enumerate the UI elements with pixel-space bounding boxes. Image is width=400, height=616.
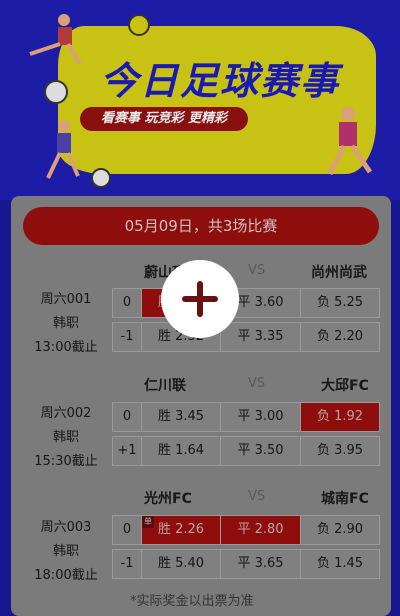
handicap-value: 0 — [112, 402, 142, 432]
player-illustration-icon — [46, 120, 80, 179]
odds-loss-button[interactable]: 负 1.45 — [300, 549, 380, 579]
add-button[interactable] — [161, 260, 239, 338]
odds-win-button[interactable]: 胜 3.45 — [141, 402, 221, 432]
league-name: 韩职 — [52, 316, 79, 331]
match-code: 周六001 — [40, 292, 92, 307]
match-info: 周六003 韩职 18:00截止 — [26, 516, 106, 588]
date-header: 05月09日，共3场比赛 — [23, 207, 379, 245]
odds-loss-button[interactable]: 负 3.95 — [300, 436, 380, 466]
away-team: 城南FC — [321, 491, 369, 507]
odds-draw-button[interactable]: 平 2.80 — [220, 515, 301, 545]
odds-draw-button[interactable]: 平 3.50 — [220, 436, 301, 466]
matches-card: 05月09日，共3场比赛 蔚山现代 VS 尚州尚武 周六001 韩职 13:00… — [11, 196, 391, 616]
vs-label: VS — [248, 376, 266, 391]
odds-loss-button[interactable]: 负 2.20 — [300, 322, 380, 352]
match-code: 周六003 — [40, 520, 92, 535]
vs-label: VS — [248, 489, 266, 504]
player-illustration-icon — [29, 14, 82, 66]
odds-loss-button[interactable]: 负 1.92 — [300, 402, 380, 432]
league-name: 韩职 — [52, 430, 79, 445]
match-info: 周六001 韩职 13:00截止 — [26, 288, 106, 360]
football-icon — [91, 168, 111, 188]
deadline: 18:00截止 — [34, 568, 98, 583]
handicap-value: 0 — [112, 288, 142, 318]
away-team: 尚州尚武 — [311, 265, 367, 281]
handicap-value: -1 — [112, 549, 142, 579]
odds-draw-button[interactable]: 平 3.00 — [220, 402, 301, 432]
deadline: 15:30截止 — [34, 454, 98, 469]
away-team: 大邱FC — [321, 378, 369, 394]
plus-icon-stroke — [197, 281, 203, 317]
handicap-value: +1 — [112, 436, 142, 466]
single-tag: 单 — [142, 516, 154, 528]
match-info: 周六002 韩职 15:30截止 — [26, 402, 106, 474]
home-team: 光州FC — [144, 491, 192, 507]
odds-draw-button[interactable]: 平 3.35 — [220, 322, 301, 352]
player-illustration-icon — [327, 107, 373, 176]
football-icon — [128, 14, 150, 36]
odds-win-button[interactable]: 单 胜 2.26 — [141, 515, 221, 545]
odds-loss-button[interactable]: 负 5.25 — [300, 288, 380, 318]
promo-banner: 今日足球赛事 看赛事 玩竞彩 更精彩 — [0, 0, 400, 200]
handicap-value: 0 — [112, 515, 142, 545]
odds-draw-button[interactable]: 平 3.65 — [220, 549, 301, 579]
banner-title: 今日足球赛事 — [99, 59, 340, 103]
match-code: 周六002 — [40, 406, 92, 421]
vs-label: VS — [248, 263, 266, 278]
football-icon — [44, 80, 68, 104]
odds-loss-button[interactable]: 负 2.90 — [300, 515, 380, 545]
odds-win-label: 胜 2.26 — [157, 522, 205, 537]
deadline: 13:00截止 — [34, 340, 98, 355]
odds-win-button[interactable]: 胜 5.40 — [141, 549, 221, 579]
league-name: 韩职 — [52, 544, 79, 559]
handicap-value: -1 — [112, 322, 142, 352]
home-team: 仁川联 — [144, 378, 186, 394]
banner-subtitle: 看赛事 玩竞彩 更精彩 — [80, 107, 248, 131]
odds-win-button[interactable]: 胜 1.64 — [141, 436, 221, 466]
